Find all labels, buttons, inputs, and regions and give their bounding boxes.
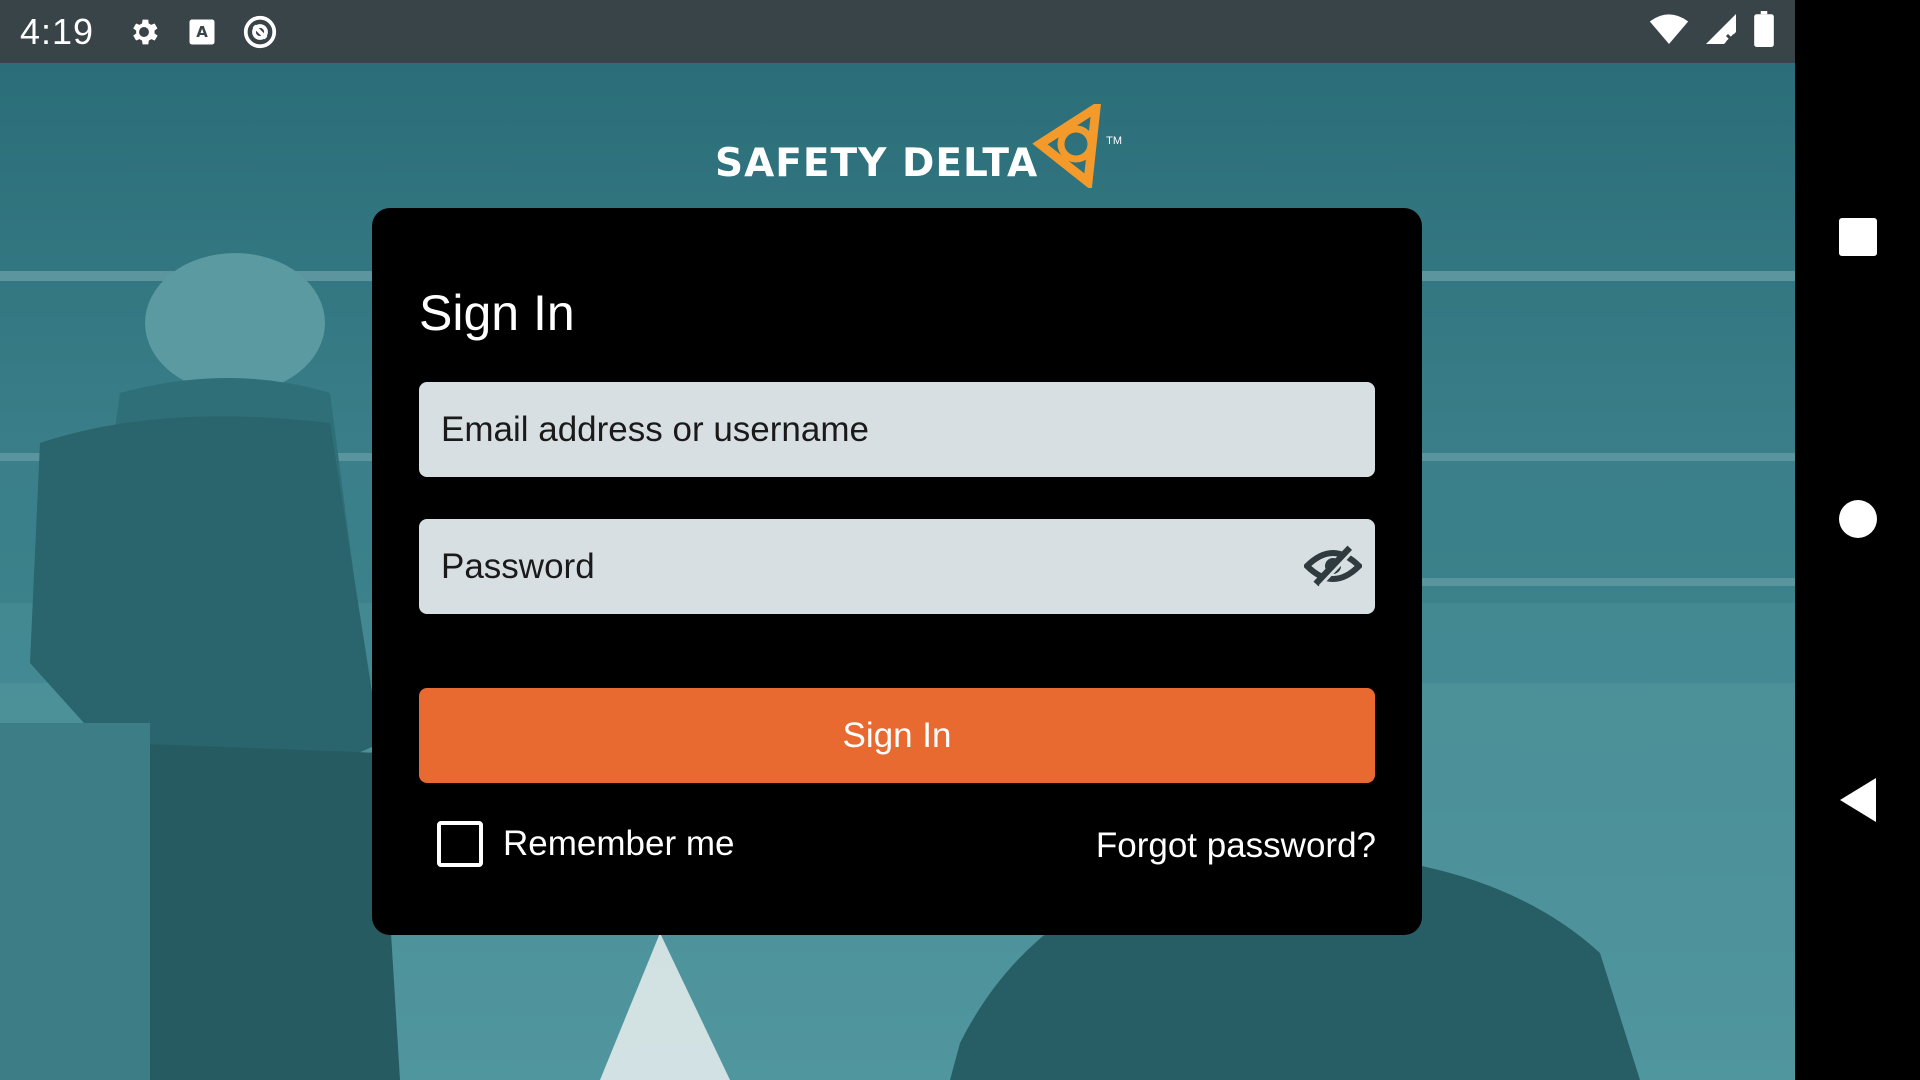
app-screen: 4:19 A SAFETY DELTA TM Sign In Email add… <box>0 0 1920 1080</box>
email-input[interactable] <box>441 409 1353 450</box>
settings-icon <box>124 12 164 52</box>
sign-in-button[interactable]: Sign In <box>419 688 1375 783</box>
status-time: 4:19 <box>20 10 95 52</box>
signin-card: Sign In Sign In Remember me Forgot passw… <box>372 208 1422 935</box>
signin-title: Sign In <box>419 285 575 341</box>
remember-me-label: Remember me <box>503 824 735 863</box>
wifi-icon <box>1649 12 1689 51</box>
safety-delta-logo: SAFETY DELTA TM <box>715 99 1123 193</box>
home-circle-icon[interactable] <box>1828 489 1888 549</box>
eye-off-icon[interactable] <box>1303 541 1363 591</box>
status-bar: 4:19 A <box>0 0 1795 63</box>
recents-square-icon[interactable] <box>1828 207 1888 267</box>
remember-me-toggle[interactable]: Remember me <box>437 821 734 867</box>
delta-logo-icon <box>1032 99 1104 193</box>
email-field[interactable] <box>419 382 1375 477</box>
svg-text:A: A <box>196 23 208 41</box>
signal-icon <box>1703 11 1739 52</box>
logo-text: SAFETY DELTA <box>715 141 1039 186</box>
forgot-password-link[interactable]: Forgot password? <box>1096 826 1376 866</box>
trademark-mark: TM <box>1106 135 1123 147</box>
at-sign-icon <box>240 12 280 52</box>
navigation-bar <box>1795 0 1920 1080</box>
keyboard-a-icon: A <box>182 12 222 52</box>
remember-me-checkbox[interactable] <box>437 821 483 867</box>
status-right-group <box>1649 11 1775 52</box>
password-input[interactable] <box>441 546 1353 587</box>
back-triangle-icon[interactable] <box>1828 770 1888 830</box>
battery-icon <box>1753 11 1775 52</box>
password-field[interactable] <box>419 519 1375 614</box>
